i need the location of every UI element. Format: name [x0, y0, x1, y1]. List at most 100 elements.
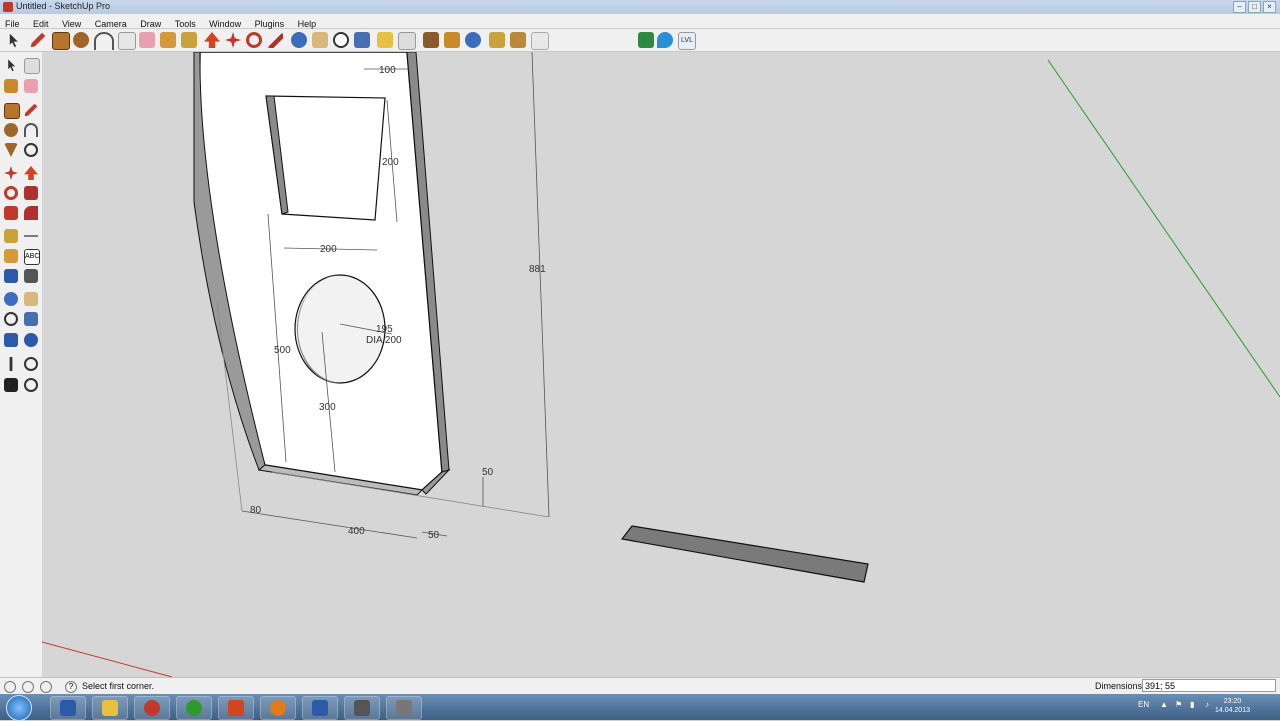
- taskbar-app-9[interactable]: [386, 696, 422, 720]
- orbit-icon[interactable]: [291, 32, 307, 48]
- pan-icon[interactable]: [312, 32, 328, 48]
- zoom-window-icon[interactable]: [24, 312, 38, 326]
- move-icon[interactable]: [4, 166, 18, 180]
- zoom-icon[interactable]: [4, 312, 18, 326]
- follow-me-icon[interactable]: [24, 186, 38, 200]
- move-icon[interactable]: [225, 32, 241, 48]
- minimize-icon[interactable]: –: [1233, 1, 1246, 13]
- pencil-icon[interactable]: [30, 32, 46, 48]
- zoom-extents-icon[interactable]: [354, 32, 370, 48]
- taskbar-sketchup[interactable]: [218, 696, 254, 720]
- dimensions-input[interactable]: [1142, 679, 1276, 692]
- walk-icon[interactable]: [398, 32, 416, 50]
- look-around-icon[interactable]: [24, 357, 38, 371]
- menu-file[interactable]: File: [5, 19, 20, 29]
- make-component-icon[interactable]: [24, 58, 40, 74]
- text-icon[interactable]: ABC: [24, 249, 40, 265]
- pan-icon[interactable]: [24, 292, 38, 306]
- styles-icon[interactable]: [531, 32, 549, 50]
- dimension-icon[interactable]: [24, 235, 38, 237]
- menu-edit[interactable]: Edit: [33, 19, 49, 29]
- zoom-icon[interactable]: [333, 32, 349, 48]
- geo-location-icon[interactable]: [465, 32, 481, 48]
- rotate-icon[interactable]: [246, 32, 262, 48]
- tape-measure-icon[interactable]: [4, 229, 18, 243]
- warehouse-icon[interactable]: [510, 32, 526, 48]
- menu-help[interactable]: Help: [298, 19, 317, 29]
- menu-tools[interactable]: Tools: [175, 19, 196, 29]
- circle-icon[interactable]: [73, 32, 89, 48]
- follow-me-icon[interactable]: [267, 32, 283, 48]
- paint-bucket-icon[interactable]: [4, 79, 18, 93]
- sandbox-icon[interactable]: [638, 32, 654, 48]
- taskbar-word[interactable]: [302, 696, 338, 720]
- menu-view[interactable]: View: [62, 19, 81, 29]
- rotate-icon[interactable]: [4, 186, 18, 200]
- network-icon[interactable]: ▮: [1190, 700, 1194, 709]
- taskbar-utorrent[interactable]: [176, 696, 212, 720]
- eraser-icon[interactable]: [139, 32, 155, 48]
- language-indicator[interactable]: EN: [1138, 700, 1149, 709]
- taskbar-app-8[interactable]: [344, 696, 380, 720]
- position-camera-icon[interactable]: [9, 357, 13, 371]
- arc-icon[interactable]: [24, 123, 38, 137]
- select-icon[interactable]: [8, 59, 16, 72]
- help-icon[interactable]: ?: [65, 681, 77, 693]
- model-canvas[interactable]: 100 200 200 881 195 DIA 200 500 300 50 8…: [42, 52, 1280, 677]
- location-pin-icon[interactable]: [657, 32, 673, 48]
- eraser-icon[interactable]: [24, 79, 38, 93]
- dimension-200-width: 200: [320, 244, 337, 255]
- flag-icon[interactable]: ⚑: [1175, 700, 1182, 709]
- tape-measure-icon[interactable]: [181, 32, 197, 48]
- arc-icon[interactable]: [94, 32, 114, 50]
- circle-icon[interactable]: [4, 123, 18, 137]
- push-pull-icon[interactable]: [204, 32, 220, 48]
- dimension-300: 300: [319, 402, 336, 413]
- 3d-text-icon[interactable]: [24, 269, 38, 283]
- protractor-icon[interactable]: [4, 249, 18, 263]
- taskbar-explorer[interactable]: [92, 696, 128, 720]
- section-plane-icon[interactable]: [24, 378, 38, 392]
- polygon-icon[interactable]: [4, 143, 18, 157]
- section-plane-icon[interactable]: [377, 32, 393, 48]
- look-around-icon[interactable]: [444, 32, 460, 48]
- tray-arrow-icon[interactable]: ▲: [1160, 700, 1168, 709]
- taskbar-app-1[interactable]: [50, 696, 86, 720]
- menu-plugins[interactable]: Plugins: [255, 19, 285, 29]
- menu-draw[interactable]: Draw: [140, 19, 161, 29]
- previous-view-icon[interactable]: [24, 333, 38, 347]
- maximize-icon[interactable]: □: [1248, 1, 1261, 13]
- close-icon[interactable]: ×: [1263, 1, 1276, 13]
- menu-camera[interactable]: Camera: [95, 19, 127, 29]
- taskbar-firefox[interactable]: [260, 696, 296, 720]
- line-icon[interactable]: [24, 103, 38, 117]
- rectangle-icon[interactable]: [4, 103, 20, 119]
- clock[interactable]: 23:20 14.04.2013: [1215, 697, 1250, 715]
- paint-bucket-icon[interactable]: [160, 32, 176, 48]
- drawing-viewport[interactable]: 100 200 200 881 195 DIA 200 500 300 50 8…: [42, 52, 1280, 677]
- offset-icon[interactable]: [24, 206, 38, 220]
- user-icon[interactable]: [40, 681, 52, 693]
- component-icon[interactable]: [489, 32, 505, 48]
- walk-icon[interactable]: [4, 378, 18, 392]
- make-component-icon[interactable]: [118, 32, 136, 50]
- window-title: Untitled - SketchUp Pro: [16, 1, 111, 11]
- select-icon[interactable]: [9, 33, 18, 48]
- position-camera-icon[interactable]: [423, 32, 439, 48]
- flat-board[interactable]: [620, 525, 869, 583]
- freehand-icon[interactable]: [24, 143, 38, 157]
- lvl-icon[interactable]: LVL: [678, 32, 696, 50]
- menu-window[interactable]: Window: [209, 19, 241, 29]
- taskbar-opera[interactable]: [134, 696, 170, 720]
- rectangle-icon[interactable]: [52, 32, 70, 50]
- volume-icon[interactable]: ♪: [1205, 700, 1209, 709]
- credits-icon[interactable]: [22, 681, 34, 693]
- orbit-icon[interactable]: [4, 292, 18, 306]
- geo-status-icon[interactable]: [4, 681, 16, 693]
- push-pull-icon[interactable]: [24, 166, 38, 180]
- zoom-extents-icon[interactable]: [4, 333, 18, 347]
- axes-icon[interactable]: [4, 269, 18, 283]
- round-cutout[interactable]: [294, 274, 386, 384]
- scale-icon[interactable]: [4, 206, 18, 220]
- start-button[interactable]: [6, 695, 32, 721]
